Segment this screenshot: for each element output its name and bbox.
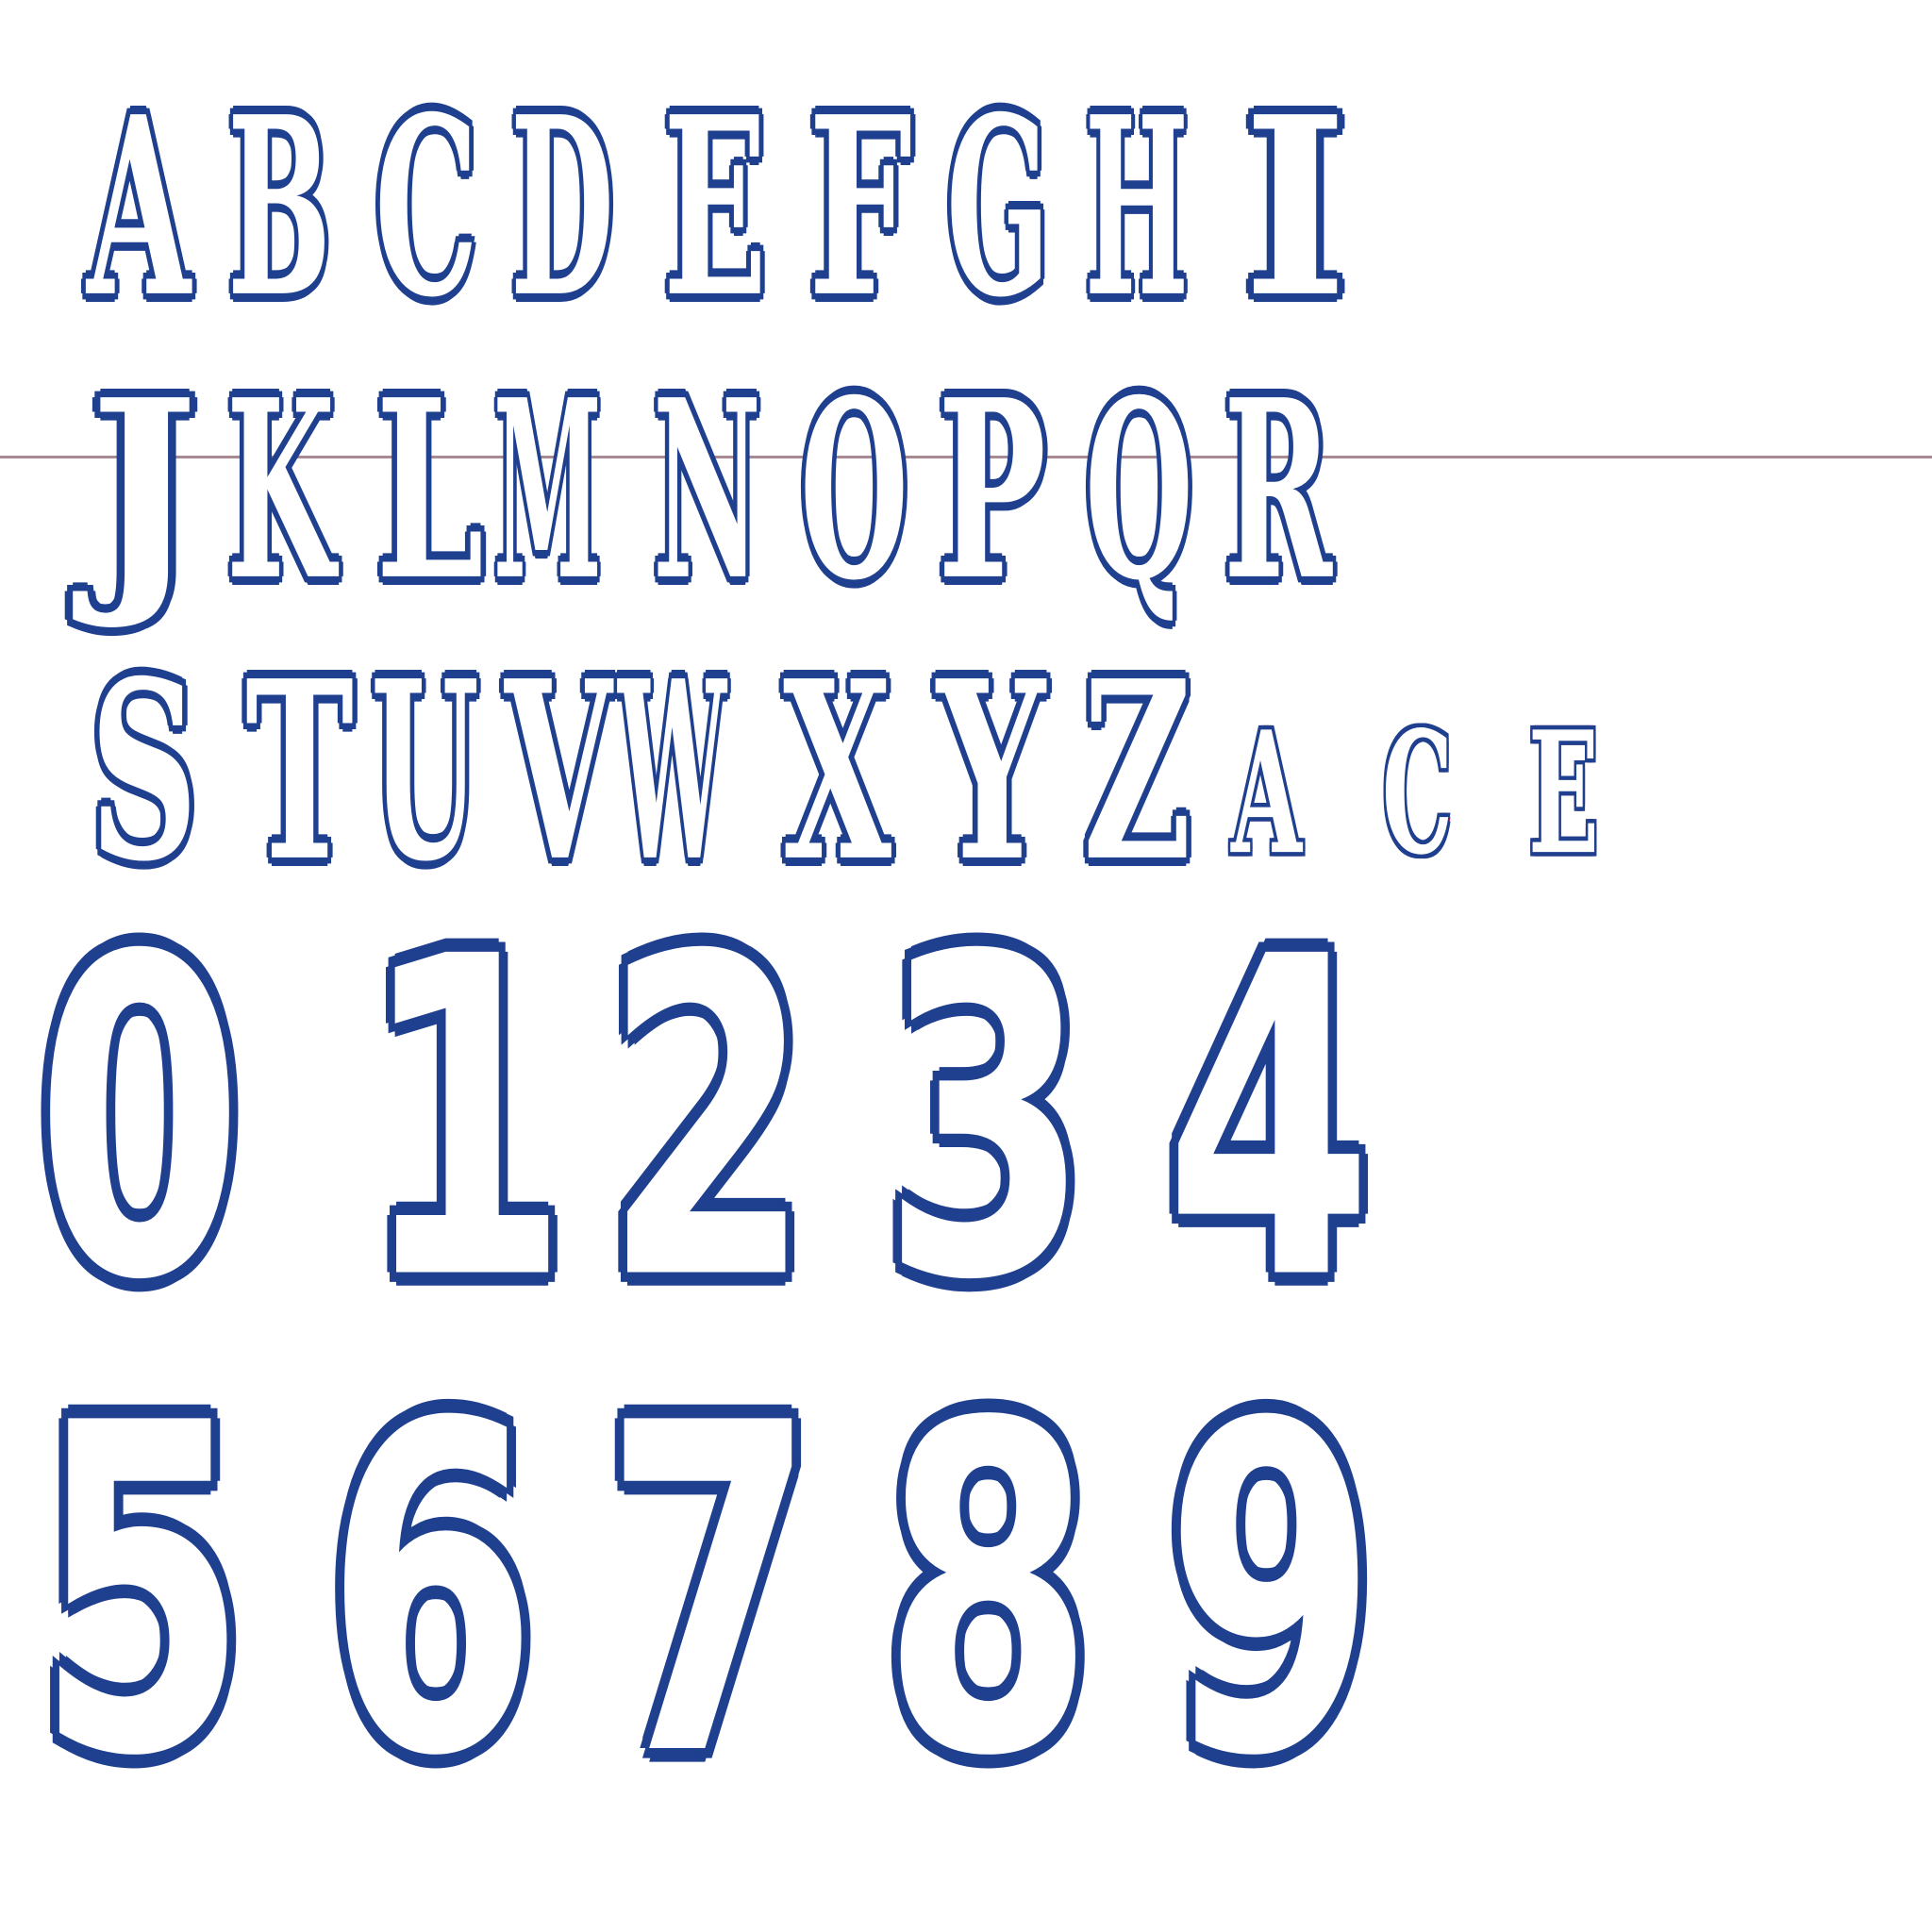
glyph-row2-m: M xyxy=(493,346,602,636)
glyph-row3-t: T xyxy=(245,627,355,917)
glyph-row3-x: X xyxy=(783,627,891,917)
glyph-digits-row1-4: 4 xyxy=(1165,864,1373,1376)
glyph-small-letters-c: C xyxy=(1382,694,1453,893)
glyph-row3-v: V xyxy=(505,627,613,917)
glyph-row1-i: I xyxy=(1243,63,1348,353)
glyph-row2-r: R xyxy=(1224,346,1333,636)
glyph-digits-row2-5: 5 xyxy=(36,1328,248,1856)
glyph-row1-g: G xyxy=(946,63,1051,353)
glyph-row2-n: N xyxy=(653,346,761,636)
glyph-digits-row2-6: 6 xyxy=(325,1328,538,1856)
glyph-digits-row2-9: 9 xyxy=(1165,1328,1377,1856)
glyph-digits-row1-1: 1 xyxy=(361,864,569,1376)
glyph-row1-b: B xyxy=(227,63,332,353)
glyph-digits-row1-0: 0 xyxy=(36,864,243,1376)
glyph-row2-k: K xyxy=(226,346,336,636)
glyph-row1-e: E xyxy=(663,63,768,353)
glyph-row1-c: C xyxy=(375,63,478,353)
glyph-row3-s: S xyxy=(90,627,198,917)
glyph-row1-f: F xyxy=(808,63,913,353)
glyph-digits-row1-2: 2 xyxy=(604,864,811,1376)
glyph-digits-row2-8: 8 xyxy=(882,1328,1094,1856)
glyph-row3-u: U xyxy=(371,627,479,917)
glyph-row1-h: H xyxy=(1085,63,1189,353)
glyph-row2-q: Q xyxy=(1085,346,1193,636)
glyph-row3-w: W xyxy=(618,627,726,917)
glyph-row2-o: O xyxy=(800,346,908,636)
glyph-row2-p: P xyxy=(938,346,1047,636)
glyph-small-letters-a: A xyxy=(1231,694,1303,893)
glyph-digits-row2-7: 7 xyxy=(604,1328,816,1856)
glyph-row1-a: A xyxy=(87,63,192,353)
glyph-row1-d: D xyxy=(510,63,614,353)
glyph-row3-y: Y xyxy=(937,627,1045,917)
glyph-digits-row1-3: 3 xyxy=(882,864,1090,1376)
glyph-row2-j: J xyxy=(90,346,198,636)
glyph-small-letters-e: E xyxy=(1528,694,1600,893)
glyph-row2-l: L xyxy=(375,346,485,636)
glyph-row3-z: Z xyxy=(1083,627,1192,917)
